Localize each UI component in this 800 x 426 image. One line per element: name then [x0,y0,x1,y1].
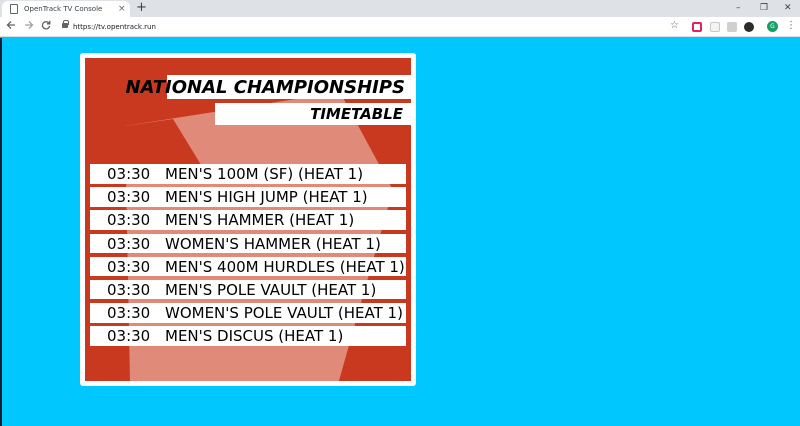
timetable-row: 03:30 WOMEN'S HAMMER (HEAT 1) [90,233,406,254]
timetable-card: NATIONAL CHAMPIONSHIPS TIMETABLE 03:30 M… [80,53,416,386]
timetable-list: 03:30 MEN'S 100M (SF) (HEAT 1) 03:30 MEN… [90,164,406,350]
event-time: 03:30 [107,211,151,230]
page-edge [0,38,2,426]
page-title: NATIONAL CHAMPIONSHIPS [125,77,405,98]
timetable-row: 03:30 WOMEN'S POLE VAULT (HEAT 1) [90,303,406,323]
tab-title: OpenTrack TV Console [24,5,103,13]
close-window-icon[interactable]: ✕ [784,1,792,15]
timetable-row: 03:30 MEN'S POLE VAULT (HEAT 1) [90,279,406,300]
tab-strip: OpenTrack TV Console × + – ❐ ✕ [0,0,800,17]
extension-icon[interactable] [744,22,754,32]
event-time: 03:30 [107,188,151,207]
extension-icon[interactable] [727,22,737,32]
event-time: 03:30 [107,327,151,346]
event-name: WOMEN'S HAMMER (HEAT 1) [165,234,381,253]
back-icon[interactable] [6,20,16,33]
event-time: 03:30 [107,165,151,183]
new-tab-button[interactable]: + [136,0,147,16]
event-time: 03:30 [107,280,151,299]
minimize-icon[interactable]: – [736,1,741,15]
event-time: 03:30 [107,304,151,323]
extension-icon[interactable] [710,22,720,32]
event-name: MEN'S DISCUS (HEAT 1) [165,327,344,346]
event-name: MEN'S POLE VAULT (HEAT 1) [165,280,377,299]
maximize-icon[interactable]: ❐ [760,1,768,15]
close-tab-icon[interactable]: × [118,3,126,15]
address-bar[interactable]: https://tv.opentrack.run [58,20,688,34]
browser-toolbar: https://tv.opentrack.run [0,17,800,37]
timetable-panel: NATIONAL CHAMPIONSHIPS TIMETABLE 03:30 M… [85,58,411,381]
timetable-row: 03:30 MEN'S HAMMER (HEAT 1) [90,210,406,230]
pocket-extension-icon[interactable] [692,22,702,32]
menu-icon[interactable]: ⋮ [786,19,796,33]
event-name: MEN'S 100M (SF) (HEAT 1) [165,165,364,183]
event-name: MEN'S HIGH JUMP (HEAT 1) [165,188,368,207]
timetable-row: 03:30 MEN'S DISCUS (HEAT 1) [90,326,406,346]
url-text: https://tv.opentrack.run [73,23,156,31]
browser-tab[interactable]: OpenTrack TV Console × [2,1,130,17]
event-name: MEN'S 400M HURDLES (HEAT 1) [165,257,405,276]
event-time: 03:30 [107,257,151,276]
page-icon [10,4,18,14]
timetable-row: 03:30 MEN'S 100M (SF) (HEAT 1) [90,164,406,184]
forward-icon[interactable] [24,20,34,33]
event-name: MEN'S HAMMER (HEAT 1) [165,211,355,230]
reload-icon[interactable] [41,20,51,33]
lock-icon [62,20,69,28]
event-time: 03:30 [107,234,151,253]
profile-avatar[interactable]: G [767,21,778,32]
event-name: WOMEN'S POLE VAULT (HEAT 1) [165,304,403,323]
star-icon[interactable]: ☆ [670,19,679,33]
timetable-row: 03:30 MEN'S 400M HURDLES (HEAT 1) [90,256,406,277]
page-subtitle: TIMETABLE [310,105,403,123]
timetable-row: 03:30 MEN'S HIGH JUMP (HEAT 1) [90,187,406,207]
